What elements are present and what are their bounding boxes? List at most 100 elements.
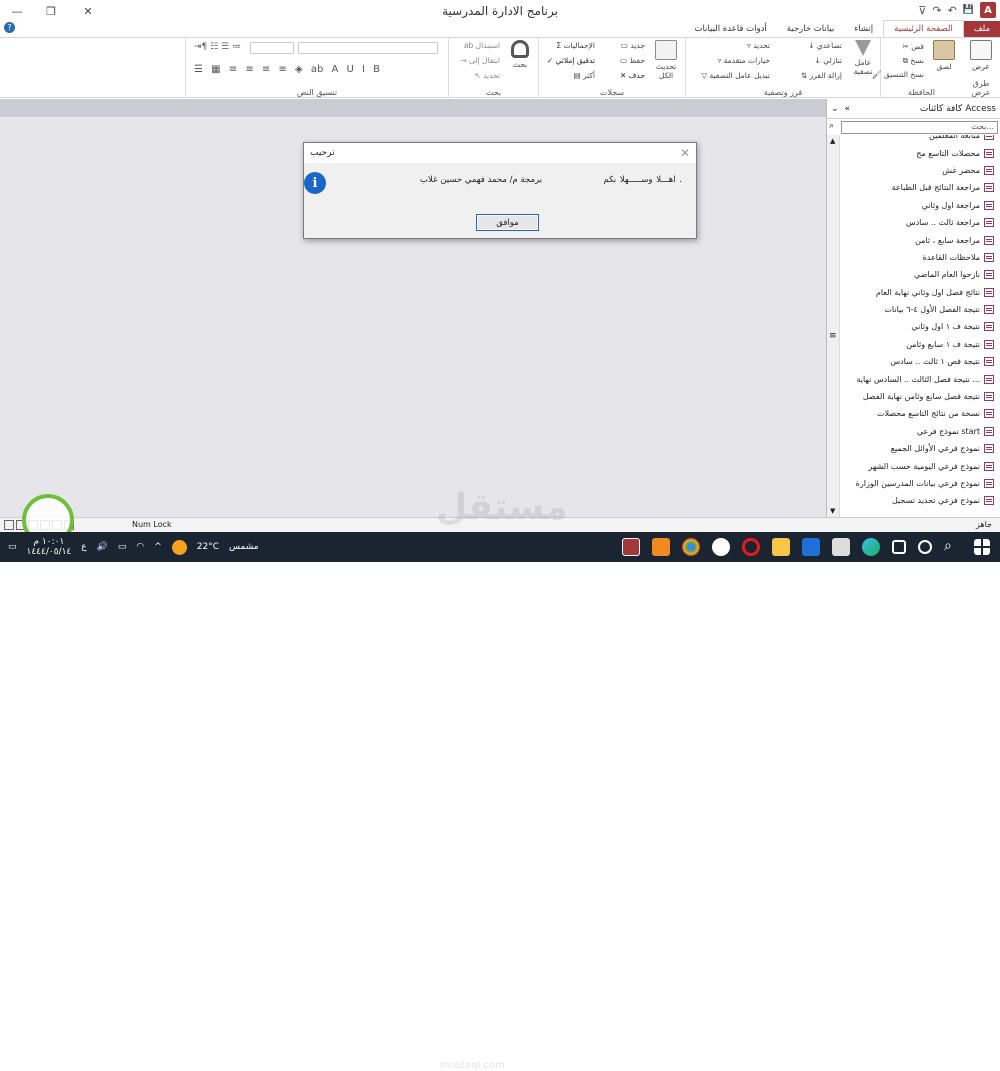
access-taskbar-icon[interactable] [622, 538, 640, 556]
nav-item[interactable]: نموذج فرعي تحديد تسجيل [841, 492, 998, 509]
nav-item[interactable]: نتيجة ف ١ سابع وثامن [841, 336, 998, 353]
nav-collapse-icon[interactable]: « [845, 104, 851, 114]
store-taskbar-icon[interactable] [832, 538, 850, 556]
scroll-up-icon[interactable]: ▲ [830, 137, 835, 145]
edge-taskbar-icon[interactable] [862, 538, 880, 556]
clock[interactable]: ١٠:٠١ م ١٤٤٤/٠٥/١٤ [27, 537, 72, 557]
nav-item[interactable]: نتيجة فص ١ ثالث .. سادس [841, 353, 998, 370]
group-clipboard: لصق ✂ قص ⧉ نسخ 🖌 نسخ التنسيق الحافظة [872, 38, 962, 98]
view-icon-1[interactable] [4, 520, 14, 530]
more-label: أكثر [582, 71, 595, 80]
redo-icon[interactable]: ↷ [932, 4, 941, 17]
notification-icon[interactable]: ▭ [8, 542, 17, 552]
customize-qat-icon[interactable]: ⊽ [918, 4, 926, 17]
nav-item[interactable]: نموذج فرعي بيانات المدرسين الوزارة [841, 475, 998, 492]
totals-button[interactable]: Σ الإجماليات [556, 41, 595, 50]
wifi-icon[interactable]: ◠ [136, 542, 144, 552]
list-indent-icons[interactable]: ⇥¶ ☷ ☰ ≔ [194, 42, 241, 52]
format-icons[interactable]: ☰ ▦ ≡ ≡ ≡ ≡ ◈ ab A U I B [194, 64, 380, 75]
nav-item-label: نتيجة فص ١ ثالث .. سادس [890, 357, 980, 367]
save-record-button[interactable]: ▭ حفظ [620, 56, 645, 65]
nav-item[interactable]: متابعة المعلمين [841, 135, 998, 144]
tray-chevron-icon[interactable]: ^ [154, 542, 162, 552]
spelling-button[interactable]: ✓ تدقيق إملائي [547, 56, 595, 65]
nav-item[interactable]: نتائج فصل اول وثاني نهاية العام [841, 284, 998, 301]
nav-item-label: مراجعة ثالث .. سادس [905, 218, 980, 228]
more-button[interactable]: ▤ أكثر [573, 71, 595, 80]
scroll-handle-icon[interactable]: ≡ [829, 331, 837, 341]
nav-menu-chevron-icon[interactable]: ⌄ [831, 104, 839, 114]
xampp-taskbar-icon[interactable] [652, 538, 670, 556]
nav-item[interactable]: نتيجة فصل الثالث .. السادس نهاية ... [841, 370, 998, 387]
find-button[interactable]: بحث [505, 40, 535, 69]
nav-item[interactable]: محضر غش [841, 162, 998, 179]
tab-external-data[interactable]: بيانات خارجية [777, 21, 845, 37]
font-size-combo[interactable] [250, 42, 294, 54]
ok-button[interactable]: موافق [476, 214, 539, 231]
delete-record-button[interactable]: ✕ حذف [620, 71, 645, 80]
view-button[interactable]: عرض [966, 40, 996, 71]
tab-file[interactable]: ملف [963, 21, 1000, 37]
nav-item[interactable]: نازحوا العام الماضي [841, 266, 998, 283]
tab-database-tools[interactable]: أدوات قاعدة البيانات [684, 21, 776, 37]
battery-icon[interactable]: ▭ [118, 542, 127, 552]
select-button[interactable]: ↖ تحديد [474, 71, 500, 80]
paste-button[interactable]: لصق [929, 40, 959, 71]
tab-create[interactable]: إنشاء [844, 21, 883, 37]
advanced-button[interactable]: ▿ خيارات متقدمة [717, 56, 770, 65]
save-icon[interactable]: 💾 [963, 5, 974, 15]
copy-button[interactable]: ⧉ نسخ [903, 56, 924, 66]
file-explorer-taskbar-icon[interactable] [772, 538, 790, 556]
save-record-icon: ▭ [619, 56, 630, 65]
opera-taskbar-icon[interactable] [742, 538, 760, 556]
nav-item[interactable]: مراجعة اول وثاني [841, 197, 998, 214]
task-view-icon[interactable] [892, 540, 906, 554]
language-indicator[interactable]: ع [81, 542, 86, 552]
nav-item[interactable]: ملاحظات القاعدة [841, 249, 998, 266]
nav-item[interactable]: نسخة من نتائج التاسع محصلات [841, 405, 998, 422]
goto-button[interactable]: → انتقال إلى [460, 56, 500, 65]
nav-title[interactable]: كافة كائنات Access [920, 104, 996, 114]
delete-x-icon: ✕ [619, 71, 629, 80]
nav-search-input[interactable]: بحث... [841, 121, 998, 134]
nav-item[interactable]: محصلات التاسع مح [841, 144, 998, 161]
nav-item[interactable]: مراجعة ثالث .. سادس [841, 214, 998, 231]
nav-scrollbar[interactable]: ▲ ≡ ▼ [827, 135, 840, 517]
nav-item[interactable]: نتيجة الفصل الأول ٤-٦ بيانات [841, 301, 998, 318]
scroll-down-icon[interactable]: ▼ [830, 507, 835, 515]
undo-icon[interactable]: ↶ [948, 4, 957, 17]
search-taskbar-icon[interactable]: ⌕ [944, 538, 962, 556]
nav-item[interactable]: نموذج فرعي الأوائل الجميع [841, 440, 998, 457]
new-record-button[interactable]: ▭ جديد [621, 41, 645, 50]
replace-button[interactable]: ab استبدال [464, 41, 500, 50]
remove-sort-button[interactable]: ⇅ إزالة الفرز [801, 71, 842, 80]
sort-descending-button[interactable]: ↓ تنازلي [815, 56, 842, 65]
toggle-filter-button[interactable]: ▽ تبديل عامل التصفية [701, 71, 770, 80]
nav-item[interactable]: مراجعة النتائج قبل الطباعة [841, 179, 998, 196]
font-name-combo[interactable] [298, 42, 438, 54]
nav-item[interactable]: نتيجة ف ١ اول وثاني [841, 318, 998, 335]
nav-item[interactable]: نموذج فرعي اليومية حسب الشهر [841, 457, 998, 474]
nav-item[interactable]: نموذج فرعي start [841, 423, 998, 440]
dialog-welcome-message: اهـــلا وســـــهلا بكم . [603, 175, 682, 185]
dialog-close-icon[interactable]: ✕ [680, 146, 690, 160]
cut-button[interactable]: ✂ قص [903, 42, 924, 51]
volume-icon[interactable]: 🔊 [97, 542, 108, 552]
nav-item[interactable]: نتيجة فصل سابع وثامن نهاية الفصل [841, 388, 998, 405]
sort-ascending-button[interactable]: ↓ تصاعدي [808, 41, 842, 50]
nav-item[interactable]: مراجعة سابع ، ثامن [841, 231, 998, 248]
selection-button[interactable]: ▿ تحديد [747, 41, 770, 50]
word-taskbar-icon[interactable] [712, 538, 730, 556]
filter-button[interactable]: عامل تصفية [848, 40, 878, 76]
mail-taskbar-icon[interactable] [802, 538, 820, 556]
group-label-records: سجلات [599, 88, 625, 97]
numlock-indicator: Num Lock [132, 520, 172, 529]
form-icon [984, 374, 994, 384]
start-button-icon[interactable] [974, 539, 990, 555]
weather-icon[interactable] [171, 539, 187, 555]
chrome-taskbar-icon[interactable] [682, 538, 700, 556]
cortana-icon[interactable] [918, 540, 932, 554]
refresh-all-button[interactable]: تحديث الكل [651, 40, 681, 80]
form-icon [984, 357, 994, 367]
tab-home[interactable]: الصفحة الرئيسية [883, 20, 964, 37]
